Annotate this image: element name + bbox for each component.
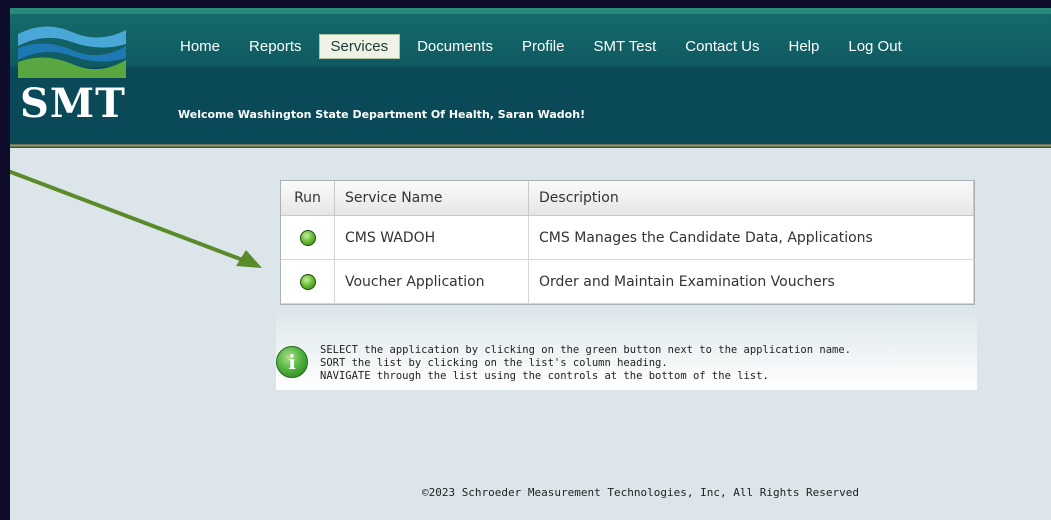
- table-header-row: Run Service Name Description: [281, 181, 974, 216]
- info-line-select: SELECT the application by clicking on th…: [320, 344, 852, 356]
- table-row: Voucher Application Order and Maintain E…: [281, 259, 974, 304]
- main-nav: Home Reports Services Documents Profile …: [168, 34, 919, 59]
- info-line-navigate: NAVIGATE through the list using the cont…: [320, 370, 769, 382]
- run-cell: [281, 259, 335, 304]
- info-icon: i: [276, 346, 308, 378]
- pointer-arrow-icon: [10, 169, 262, 268]
- logo-waves-icon: [18, 26, 126, 78]
- table-row: CMS WADOH CMS Manages the Candidate Data…: [281, 215, 974, 260]
- nav-contact-us[interactable]: Contact Us: [673, 34, 771, 59]
- service-name-cell: Voucher Application: [334, 259, 529, 304]
- column-header-description[interactable]: Description: [528, 181, 974, 216]
- info-panel: i SELECT the application by clicking on …: [276, 308, 977, 390]
- description-cell: CMS Manages the Candidate Data, Applicat…: [528, 215, 974, 260]
- nav-services[interactable]: Services: [318, 34, 401, 59]
- nav-help[interactable]: Help: [777, 34, 832, 59]
- run-button-icon[interactable]: [299, 273, 316, 290]
- browser-page: SMT Home Reports Services Documents Prof…: [10, 8, 1051, 520]
- run-button-icon[interactable]: [299, 229, 316, 246]
- service-name-cell: CMS WADOH: [334, 215, 529, 260]
- column-header-run[interactable]: Run: [281, 181, 335, 216]
- info-text: SELECT the application by clicking on th…: [320, 344, 851, 383]
- site-header: SMT Home Reports Services Documents Prof…: [10, 8, 1051, 148]
- info-line-sort: SORT the list by clicking on the list's …: [320, 357, 668, 369]
- description-cell: Order and Maintain Examination Vouchers: [528, 259, 974, 304]
- nav-smt-test[interactable]: SMT Test: [581, 34, 668, 59]
- footer-copyright: ©2023 Schroeder Measurement Technologies…: [421, 486, 860, 499]
- nav-reports[interactable]: Reports: [237, 34, 314, 59]
- nav-log-out[interactable]: Log Out: [836, 34, 913, 59]
- welcome-message: Welcome Washington State Department Of H…: [178, 108, 586, 121]
- run-cell: [281, 215, 335, 260]
- nav-home[interactable]: Home: [168, 34, 232, 59]
- logo-text: SMT: [20, 80, 126, 127]
- nav-documents[interactable]: Documents: [405, 34, 505, 59]
- column-header-service-name[interactable]: Service Name: [334, 181, 529, 216]
- services-table: Run Service Name Description CMS WADOH C…: [280, 180, 975, 305]
- nav-profile[interactable]: Profile: [510, 34, 577, 59]
